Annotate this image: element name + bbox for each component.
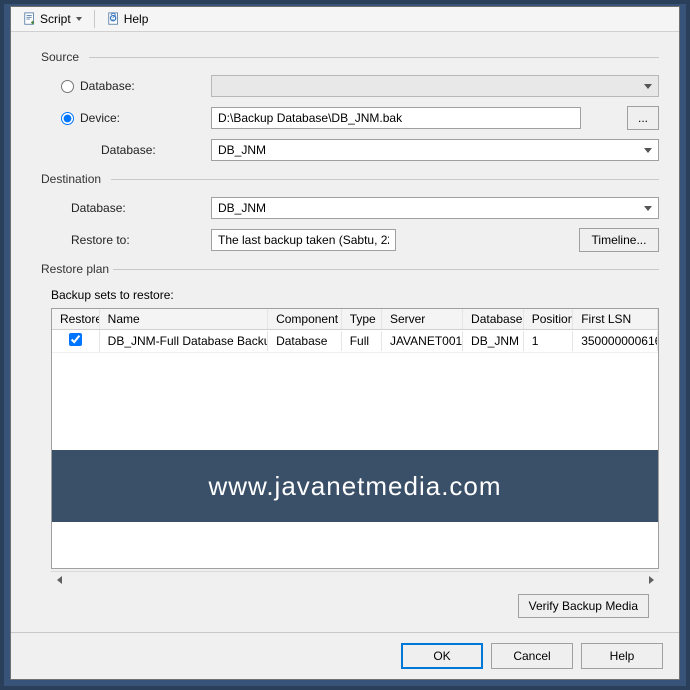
cell-database: DB_JNM [463,331,524,351]
script-button[interactable]: Script [19,10,86,28]
cell-component: Database [268,331,342,351]
col-database[interactable]: Database [463,309,524,329]
help-icon: ? [107,12,121,26]
col-restore[interactable]: Restore [52,309,100,329]
restore-plan-header: Restore plan [41,262,659,276]
grid-body: DB_JNM-Full Database Backup Database Ful… [52,330,658,568]
col-component[interactable]: Component [268,309,342,329]
scroll-right-icon[interactable] [642,572,659,589]
help-button[interactable]: ? Help [103,10,153,28]
watermark-banner: www.javanetmedia.com [52,450,658,522]
dest-db-combo[interactable]: DB_JNM [211,197,659,219]
table-row[interactable]: DB_JNM-Full Database Backup Database Ful… [52,330,658,353]
col-server[interactable]: Server [382,309,463,329]
source-database-row: Database: [61,74,659,98]
restore-to-input [211,229,396,251]
destination-header: Destination [41,172,659,186]
ok-button[interactable]: OK [401,643,483,669]
cell-name: DB_JNM-Full Database Backup [100,331,268,351]
restore-to-label: Restore to: [61,233,211,247]
source-db-row: Database: DB_JNM [61,138,659,162]
script-label: Script [40,12,71,26]
cancel-button[interactable]: Cancel [491,643,573,669]
source-database-radio[interactable] [61,80,74,93]
source-db-combo[interactable]: DB_JNM [211,139,659,161]
toolbar: Script ? Help [11,7,679,32]
source-database-combo[interactable] [211,75,659,97]
col-firstlsn[interactable]: First LSN [573,309,658,329]
restore-checkbox[interactable] [69,333,82,346]
timeline-button[interactable]: Timeline... [579,228,659,252]
scroll-left-icon[interactable] [51,572,68,589]
restore-to-row: Restore to: Timeline... [61,228,659,252]
scroll-track[interactable] [68,572,642,589]
backup-sets-label: Backup sets to restore: [51,288,659,302]
cell-type: Full [342,331,382,351]
chevron-down-icon [76,17,82,21]
grid-header: Restore Name Component Type Server Datab… [52,309,658,330]
restore-database-dialog: { "toolbar": { "script_label": "Script",… [10,6,680,680]
dialog-button-bar: OK Cancel Help [11,632,679,679]
backup-sets-grid: Restore Name Component Type Server Datab… [51,308,659,569]
source-header: Source [41,50,659,64]
source-db-label: Database: [61,143,211,157]
svg-text:?: ? [110,12,116,23]
cell-server: JAVANET001 [382,331,463,351]
script-icon [23,12,37,26]
col-name[interactable]: Name [100,309,268,329]
cell-position: 1 [524,331,574,351]
source-database-radio-label[interactable]: Database: [61,79,211,93]
dest-db-label: Database: [61,201,211,215]
col-position[interactable]: Position [524,309,574,329]
verify-backup-media-button[interactable]: Verify Backup Media [518,594,649,618]
source-device-radio-label[interactable]: Device: [61,111,211,125]
browse-device-button[interactable]: ... [627,106,659,130]
source-device-row: Device: ... [61,106,659,130]
device-path-input[interactable] [211,107,581,129]
help-label: Help [124,12,149,26]
help-dialog-button[interactable]: Help [581,643,663,669]
toolbar-separator [94,10,95,28]
source-device-radio[interactable] [61,112,74,125]
cell-firstlsn: 350000000616 [573,331,658,351]
dialog-content: Source Database: Device: ... Database: [11,32,679,632]
col-type[interactable]: Type [342,309,382,329]
dest-db-row: Database: DB_JNM [61,196,659,220]
horizontal-scrollbar[interactable] [51,571,659,588]
